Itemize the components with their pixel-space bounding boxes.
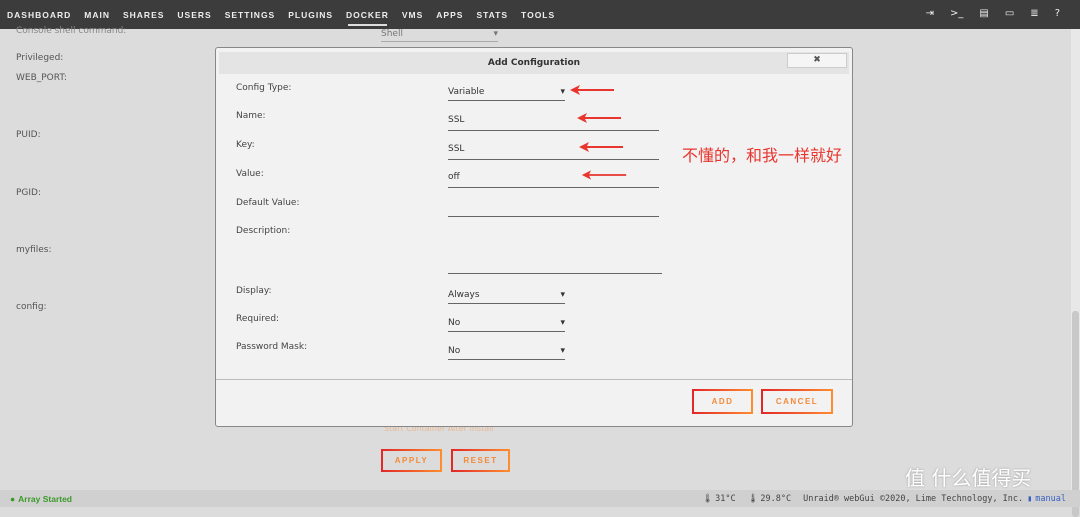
label-name: Name: [236, 111, 266, 121]
description-textarea[interactable] [448, 230, 662, 274]
nav-stats[interactable]: STATS [476, 10, 508, 20]
bg-label-config: config: [16, 302, 47, 312]
arrow-annotation-icon [581, 170, 627, 180]
password-mask-select[interactable]: No ▾ [448, 346, 565, 360]
name-input[interactable]: SSL [448, 115, 659, 131]
label-value: Value: [236, 169, 264, 179]
array-status: Array Started [18, 493, 72, 504]
config-type-select[interactable]: Variable ▾ [448, 87, 565, 101]
copyright: Unraid® webGui ©2020, Lime Technology, I… [803, 493, 1024, 504]
terminal-icon[interactable]: >_ [950, 8, 963, 19]
array-status-icon: ● [10, 493, 16, 504]
required-value: No [448, 318, 461, 328]
label-display: Display: [236, 286, 272, 296]
display-select[interactable]: Always ▾ [448, 290, 565, 304]
chevron-down-icon: ▾ [560, 318, 565, 328]
nav-plugins[interactable]: PLUGINS [288, 10, 333, 20]
status-footer: ● Array Started 🌡 31°C 🌡 29.8°C Unraid® … [0, 490, 1080, 507]
page-scrollbar[interactable] [1071, 29, 1080, 517]
label-default-value: Default Value: [236, 198, 300, 208]
nav-vms[interactable]: VMS [402, 10, 423, 20]
watermark-logo: 值 什么值得买 [905, 466, 1032, 490]
scrollbar-thumb[interactable] [1072, 311, 1079, 517]
chevron-down-icon: ▾ [560, 290, 565, 300]
annotation-note: 不懂的，和我一样就好 [682, 146, 843, 165]
config-type-value: Variable [448, 87, 485, 97]
display-value: Always [448, 290, 480, 300]
add-configuration-dialog: Add Configuration ✖ Config Type: Variabl… [215, 47, 853, 427]
manual-link[interactable]: manual [1035, 494, 1066, 504]
key-input[interactable]: SSL [448, 144, 659, 160]
password-mask-value: No [448, 346, 461, 356]
temp-cpu: 31°C [715, 493, 736, 504]
log-icon[interactable]: ≣ [1030, 8, 1038, 19]
arrow-annotation-icon [577, 113, 621, 123]
dialog-divider [216, 379, 852, 380]
required-select[interactable]: No ▾ [448, 318, 565, 332]
thermometer-icon: 🌡 [702, 493, 714, 504]
temp-board: 29.8°C [760, 493, 792, 504]
help-icon[interactable]: ? [1055, 8, 1060, 19]
monitor-icon[interactable]: ▭ [1005, 8, 1014, 19]
logout-icon[interactable]: ⇥ [926, 8, 934, 19]
nav-shares[interactable]: SHARES [123, 10, 164, 20]
bg-label-pgid: PGID: [16, 188, 42, 198]
bg-label-myfiles: myfiles: [16, 245, 52, 255]
bg-label-console: Console shell command: [16, 26, 127, 36]
reset-button[interactable]: RESET [451, 449, 510, 472]
nav-apps[interactable]: APPS [436, 10, 463, 20]
nav-docker[interactable]: DOCKER [346, 10, 389, 26]
book-icon: ▮ [1027, 493, 1033, 504]
label-password-mask: Password Mask: [236, 342, 308, 352]
apply-button[interactable]: APPLY [381, 449, 442, 472]
bg-label-privileged: Privileged: [16, 53, 64, 63]
cancel-button[interactable]: CANCEL [761, 389, 833, 414]
arrow-annotation-icon [570, 85, 614, 95]
default-value-input[interactable] [448, 201, 659, 217]
chevron-down-icon: ▾ [560, 87, 565, 97]
nav-settings[interactable]: SETTINGS [225, 10, 276, 20]
chevron-down-icon: ▾ [493, 29, 498, 39]
nav-tools[interactable]: TOOLS [521, 10, 555, 20]
nav-main[interactable]: MAIN [84, 10, 110, 20]
top-nav: DASHBOARD MAIN SHARES USERS SETTINGS PLU… [0, 0, 1080, 29]
nav-users[interactable]: USERS [177, 10, 211, 20]
shell-select[interactable]: Shell ▾ [381, 27, 498, 42]
bg-label-web-port: WEB_PORT: [16, 73, 67, 83]
label-config-type: Config Type: [236, 83, 292, 93]
chevron-down-icon: ▾ [560, 346, 565, 356]
label-key: Key: [236, 140, 255, 150]
nav-dashboard[interactable]: DASHBOARD [7, 10, 71, 20]
shell-value: Shell [381, 29, 403, 39]
add-button[interactable]: ADD [692, 389, 753, 414]
dialog-title: Add Configuration [219, 52, 849, 74]
bg-label-puid: PUID: [16, 130, 41, 140]
label-description: Description: [236, 226, 291, 236]
label-required: Required: [236, 314, 280, 324]
arrow-annotation-icon [579, 142, 623, 152]
thermometer-icon: 🌡 [747, 493, 759, 504]
feedback-icon[interactable]: ▤ [979, 8, 988, 19]
close-button[interactable]: ✖ [787, 53, 847, 68]
